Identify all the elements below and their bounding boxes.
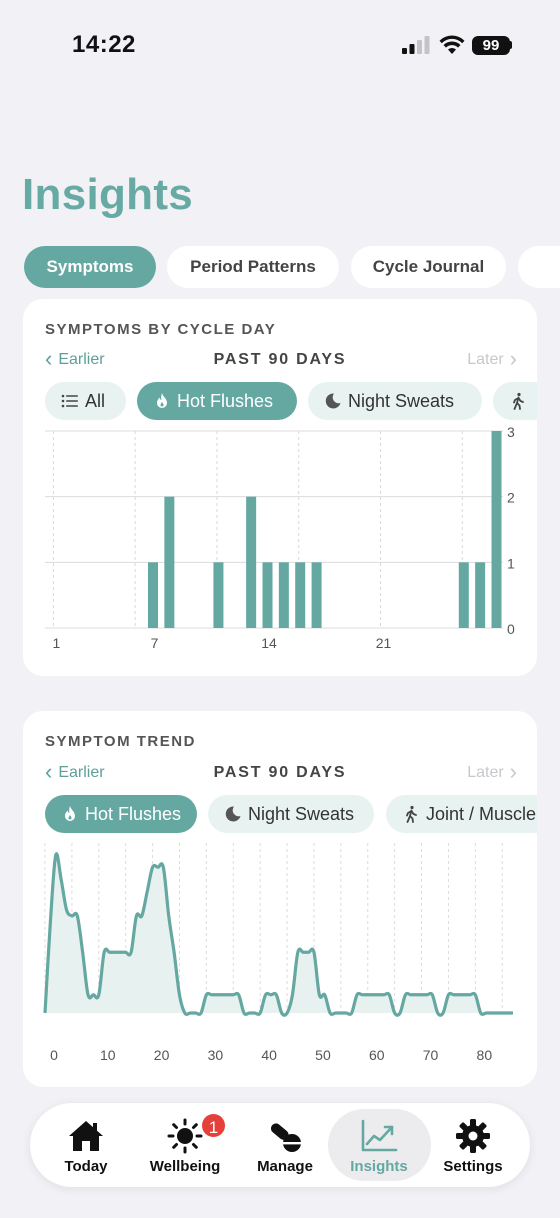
flame-icon [157, 393, 167, 408]
tab-label: Today [64, 1158, 108, 1175]
bar [164, 496, 175, 628]
bar [262, 562, 273, 628]
later-label: Later [467, 351, 504, 368]
symptom-trend-card: SYMPTOM TREND ‹ Earlier PAST 90 DAYS Late… [23, 711, 537, 1087]
bar [295, 562, 306, 628]
y-tick-label: 2 [507, 490, 515, 506]
y-tick-label: 0 [507, 621, 515, 637]
filter-chip-night-sweats[interactable]: Night Sweats [208, 795, 374, 833]
chart-trend-icon [361, 1119, 398, 1152]
chip-label: Joint / Muscle [426, 804, 537, 824]
tab-label: Wellbeing [149, 1158, 221, 1175]
status-time: 14:22 [72, 31, 136, 58]
tab-label: Insights [350, 1158, 408, 1175]
bar [278, 562, 289, 628]
x-tick-label: 7 [151, 635, 159, 651]
tab-symptoms[interactable]: Symptoms [24, 246, 156, 288]
tab-more[interactable] [518, 246, 560, 288]
x-tick-label: 0 [50, 1047, 58, 1063]
bar [148, 562, 158, 628]
filter-chip-joint-muscle[interactable]: Joint / Muscle [386, 795, 537, 833]
flame-icon [65, 806, 75, 821]
moon-icon [325, 393, 341, 409]
chevron-right-icon: › [509, 346, 517, 371]
x-tick-label: 10 [100, 1047, 116, 1063]
filter-chip-joint-muscle[interactable] [493, 382, 537, 420]
later-label: Later [467, 764, 504, 781]
chip-label: All [85, 391, 106, 411]
x-tick-label: 70 [423, 1047, 439, 1063]
chip-label: Night Sweats [348, 391, 455, 411]
x-tick-label: 20 [154, 1047, 170, 1063]
card-title: SYMPTOM TREND [45, 733, 196, 750]
battery-indicator: 99 [472, 36, 510, 55]
wifi-icon [439, 35, 465, 54]
list-icon [61, 394, 78, 408]
bar [475, 562, 486, 628]
trend-area [45, 853, 513, 1016]
tab-settings[interactable]: Settings [428, 1103, 518, 1187]
bar [311, 562, 322, 628]
symptoms-by-day-chart: 0 1 2 3 1 7 14 21 [45, 424, 515, 651]
cellular-signal-icon [402, 36, 430, 54]
tab-label: Manage [257, 1158, 313, 1175]
filter-chip-night-sweats[interactable]: Night Sweats [308, 382, 482, 420]
x-tick-label: 80 [477, 1047, 493, 1063]
tab-today[interactable]: Today [42, 1103, 130, 1187]
chip-label: Night Sweats [248, 804, 355, 824]
pills-icon [270, 1123, 301, 1152]
tab-manage[interactable]: Manage [240, 1103, 330, 1187]
notification-badge: 1 [200, 1112, 227, 1139]
x-tick-label: 1 [52, 635, 60, 651]
x-tick-label: 50 [315, 1047, 331, 1063]
y-tick-label: 1 [507, 555, 515, 571]
tab-insights[interactable]: Insights [334, 1103, 424, 1187]
bar [213, 562, 224, 628]
tab-period-patterns[interactable]: Period Patterns [167, 246, 339, 288]
symptoms-by-cycle-day-card: SYMPTOMS BY CYCLE DAY ‹ Earlier PAST 90 D… [23, 299, 537, 676]
page-title: Insights [22, 170, 194, 219]
bar [246, 496, 257, 628]
x-tick-label: 30 [208, 1047, 224, 1063]
status-bar: 14:22 99 [0, 0, 560, 90]
later-button[interactable]: Later › [467, 759, 517, 784]
x-tick-label: 21 [376, 635, 392, 651]
moon-icon [225, 806, 241, 822]
date-range-label: PAST 90 DAYS [213, 764, 347, 781]
symptom-filter-row: All Hot Flushes Night Sweats [45, 382, 537, 420]
chevron-right-icon: › [509, 759, 517, 784]
x-tick-label: 60 [369, 1047, 385, 1063]
y-tick-label: 3 [507, 424, 515, 440]
x-tick-label: 14 [261, 635, 277, 651]
filter-chip-hot-flushes[interactable]: Hot Flushes [45, 795, 197, 833]
chip-label: Hot Flushes [177, 391, 274, 411]
bar [491, 431, 502, 628]
later-button[interactable]: Later › [467, 346, 517, 371]
home-icon [69, 1121, 103, 1151]
filter-chip-hot-flushes[interactable]: Hot Flushes [137, 382, 297, 420]
sun-icon [167, 1118, 203, 1154]
tab-label: Settings [443, 1158, 503, 1175]
battery-tip [509, 41, 512, 49]
symptom-filter-row: Hot Flushes Night Sweats Joint / Muscle [45, 795, 537, 833]
symptom-trend-chart: 0 10 20 30 40 50 60 70 80 [43, 843, 513, 1063]
date-range-label: PAST 90 DAYS [213, 351, 347, 368]
bottom-tab-bar: Today Wellbeing 1 Manage Insights Settin… [30, 1103, 530, 1187]
bar [458, 562, 469, 628]
filter-chip-all[interactable]: All [45, 382, 126, 420]
x-tick-label: 40 [261, 1047, 277, 1063]
tab-cycle-journal[interactable]: Cycle Journal [351, 246, 506, 288]
chip-label: Hot Flushes [85, 804, 182, 824]
walking-icon [406, 805, 417, 823]
walking-icon [513, 392, 524, 410]
card-title: SYMPTOMS BY CYCLE DAY [45, 321, 277, 338]
gear-icon [456, 1119, 490, 1153]
insights-tabs: Symptoms Period Patterns Cycle Journal [24, 246, 560, 288]
